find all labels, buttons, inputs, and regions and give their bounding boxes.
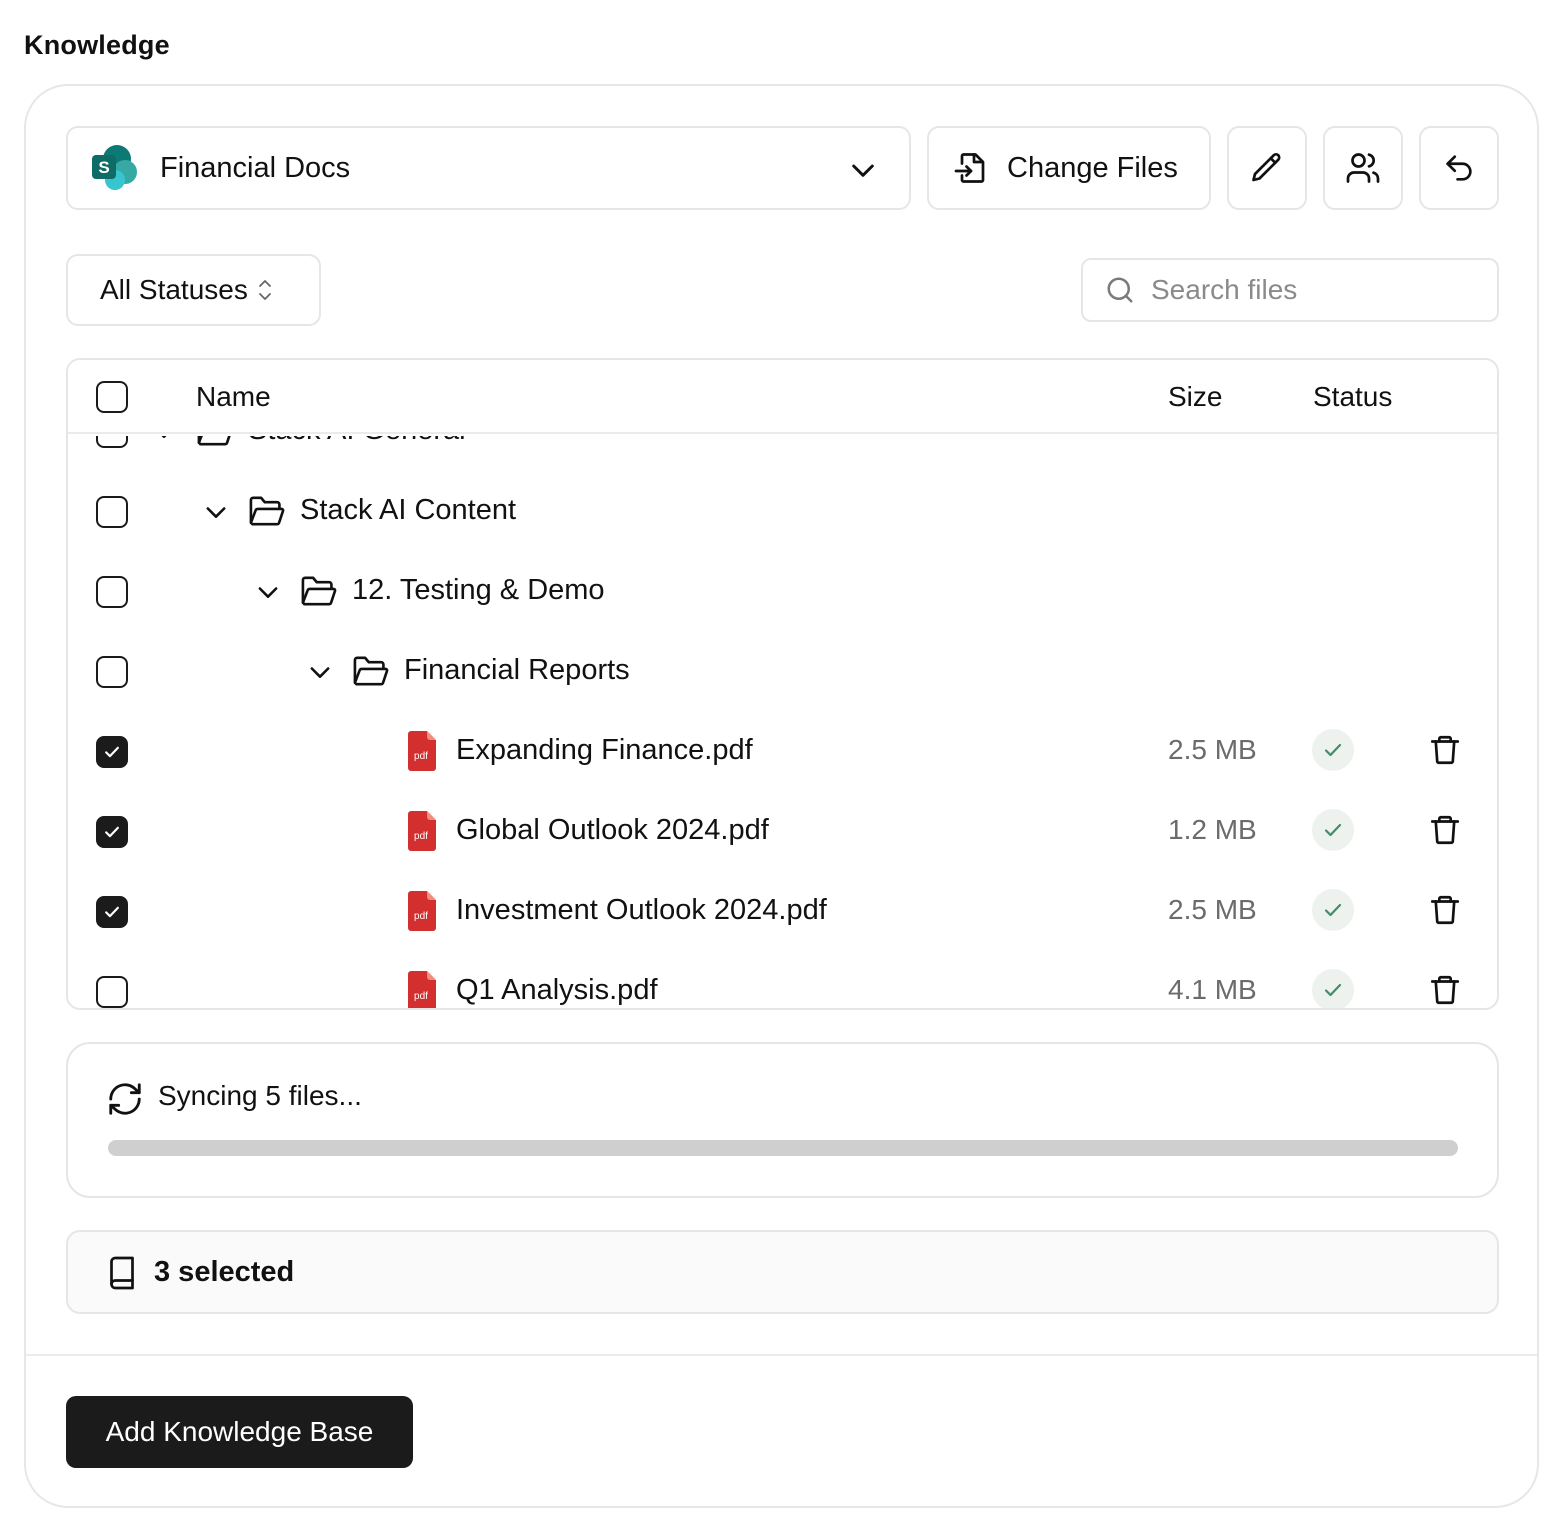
pdf-file-icon: pdf	[406, 731, 438, 776]
row-checkbox[interactable]	[96, 656, 128, 688]
folder-open-icon	[196, 436, 234, 453]
svg-text:pdf: pdf	[414, 831, 428, 842]
undo-button[interactable]	[1419, 126, 1499, 210]
svg-text:pdf: pdf	[414, 991, 428, 1002]
row-checkbox[interactable]	[96, 976, 128, 1008]
column-header-size[interactable]: Size	[1168, 381, 1222, 413]
manage-users-button[interactable]	[1323, 126, 1403, 210]
status-filter-select[interactable]: All Statuses	[66, 254, 321, 326]
chevron-down-icon[interactable]	[202, 498, 230, 531]
file-name: Global Outlook 2024.pdf	[456, 814, 769, 846]
chevron-down-icon[interactable]	[150, 436, 178, 451]
table-row[interactable]: pdf Global Outlook 2024.pdf 1.2 MB	[68, 792, 1497, 872]
source-name: Financial Docs	[160, 151, 351, 184]
pdf-file-icon: pdf	[406, 891, 438, 936]
table-row[interactable]: pdf Investment Outlook 2024.pdf 2.5 MB	[68, 872, 1497, 952]
folder-name: 12. Testing & Demo	[352, 574, 605, 606]
trash-icon[interactable]	[1428, 892, 1462, 933]
trash-icon[interactable]	[1428, 972, 1462, 1008]
file-table: Name Size Status Stack AI GeneralStack A…	[66, 358, 1499, 1010]
change-files-button[interactable]: Change Files	[927, 126, 1211, 210]
refresh-icon	[106, 1080, 144, 1123]
status-filter-label: All Statuses	[100, 274, 248, 305]
svg-text:pdf: pdf	[414, 911, 428, 922]
selection-summary: 3 selected	[66, 1230, 1499, 1314]
folder-open-icon	[352, 654, 390, 693]
chevrons-up-down-icon	[256, 277, 274, 303]
row-checkbox[interactable]	[96, 816, 128, 848]
svg-text:pdf: pdf	[414, 751, 428, 762]
chevron-down-icon[interactable]	[254, 578, 282, 611]
column-header-name[interactable]: Name	[196, 381, 271, 413]
row-checkbox[interactable]	[96, 436, 128, 448]
file-name: Expanding Finance.pdf	[456, 734, 753, 766]
sync-label: Syncing 5 files...	[158, 1080, 362, 1111]
folder-name: Stack AI General	[248, 436, 466, 447]
table-row[interactable]: Stack AI General	[68, 436, 1497, 472]
select-all-checkbox[interactable]	[96, 381, 128, 413]
row-checkbox[interactable]	[96, 496, 128, 528]
folder-open-icon	[300, 574, 338, 613]
selected-count: 3 selected	[154, 1256, 295, 1288]
table-body[interactable]: Stack AI General Stack AI Content 12. Test…	[68, 436, 1497, 1008]
file-size: 4.1 MB	[1168, 974, 1257, 1005]
pdf-file-icon: pdf	[406, 971, 438, 1008]
source-select[interactable]: S Financial Docs	[66, 126, 911, 210]
change-files-label: Change Files	[1007, 151, 1178, 184]
status-check-icon	[1312, 809, 1354, 851]
row-checkbox[interactable]	[96, 896, 128, 928]
status-check-icon	[1312, 969, 1354, 1008]
pencil-icon	[1249, 150, 1285, 186]
trash-icon[interactable]	[1428, 732, 1462, 773]
table-header: Name Size Status	[68, 360, 1497, 434]
sync-progress-bar	[108, 1140, 1458, 1156]
table-row[interactable]: 12. Testing & Demo	[68, 552, 1497, 632]
file-name: Investment Outlook 2024.pdf	[456, 894, 827, 926]
status-check-icon	[1312, 729, 1354, 771]
search-box[interactable]	[1081, 258, 1499, 322]
chevron-down-icon	[847, 154, 879, 186]
search-input[interactable]	[1151, 274, 1471, 306]
table-row[interactable]: Stack AI Content	[68, 472, 1497, 552]
column-header-status[interactable]: Status	[1313, 381, 1392, 413]
pdf-file-icon: pdf	[406, 811, 438, 856]
book-icon	[104, 1254, 140, 1297]
file-size: 2.5 MB	[1168, 734, 1257, 765]
table-row[interactable]: pdf Q1 Analysis.pdf 4.1 MB	[68, 952, 1497, 1008]
trash-icon[interactable]	[1428, 812, 1462, 853]
status-check-icon	[1312, 889, 1354, 931]
page-title: Knowledge	[24, 30, 170, 60]
file-size: 2.5 MB	[1168, 894, 1257, 925]
folder-open-icon	[248, 494, 286, 533]
sync-status-panel: Syncing 5 files...	[66, 1042, 1499, 1198]
add-knowledge-base-button[interactable]: Add Knowledge Base	[66, 1396, 413, 1468]
file-size: 1.2 MB	[1168, 814, 1257, 845]
file-name: Q1 Analysis.pdf	[456, 974, 658, 1006]
undo-icon	[1442, 151, 1476, 185]
edit-button[interactable]	[1227, 126, 1307, 210]
knowledge-card: S Financial Docs Change Files All Status…	[24, 84, 1539, 1508]
search-icon	[1105, 275, 1135, 305]
table-row[interactable]: pdf Expanding Finance.pdf 2.5 MB	[68, 712, 1497, 792]
sharepoint-logo: S	[90, 143, 140, 193]
folder-name: Financial Reports	[404, 654, 630, 686]
row-checkbox[interactable]	[96, 736, 128, 768]
footer-divider	[26, 1354, 1537, 1356]
folder-name: Stack AI Content	[300, 494, 517, 526]
table-row[interactable]: Financial Reports	[68, 632, 1497, 712]
chevron-down-icon[interactable]	[306, 658, 334, 691]
svg-text:S: S	[98, 158, 109, 177]
row-checkbox[interactable]	[96, 576, 128, 608]
sync-progress-fill	[108, 1140, 1458, 1156]
file-import-icon	[953, 150, 989, 186]
users-icon	[1345, 150, 1381, 186]
